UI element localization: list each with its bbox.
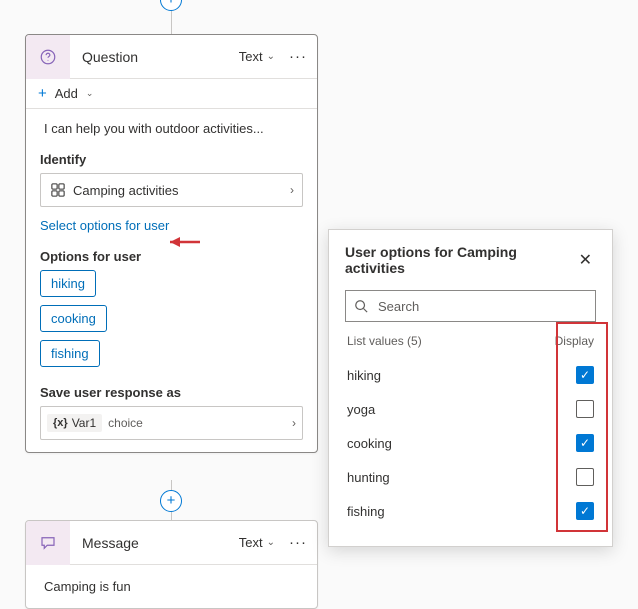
user-options-panel: User options for Camping activities ✕ Li…	[328, 229, 613, 547]
save-response-label: Save user response as	[40, 385, 303, 400]
close-icon[interactable]: ✕	[575, 248, 596, 272]
question-prompt-text[interactable]: I can help you with outdoor activities..…	[40, 121, 303, 136]
list-header: List values (5) Display	[345, 334, 596, 348]
search-icon	[354, 299, 368, 313]
add-node-button-mid[interactable]: +	[160, 490, 182, 512]
display-column-label: Display	[555, 334, 594, 348]
card-body: I can help you with outdoor activities..…	[26, 109, 317, 452]
card-header: Message Text ⌄ ···	[26, 521, 317, 565]
variable-select[interactable]: {x} Var1 choice ›	[40, 406, 303, 440]
display-checkbox[interactable]: ✓	[576, 366, 594, 384]
option-chip-container: hiking cooking fishing	[40, 270, 303, 375]
card-title: Question	[70, 49, 239, 65]
card-header: Question Text ⌄ ···	[26, 35, 317, 79]
add-button[interactable]: + Add ⌄	[26, 79, 317, 109]
plus-icon: +	[38, 85, 47, 102]
list-value-name: yoga	[347, 402, 576, 417]
add-label: Add	[55, 86, 78, 101]
chevron-right-icon: ›	[290, 183, 294, 197]
search-input[interactable]	[376, 298, 587, 315]
list-row: cooking✓	[345, 426, 596, 460]
option-chip[interactable]: hiking	[40, 270, 96, 297]
display-checkbox[interactable]: ✓	[576, 502, 594, 520]
list-row: fishing✓	[345, 494, 596, 528]
panel-title: User options for Camping activities	[345, 244, 575, 276]
list-row: yoga	[345, 392, 596, 426]
variable-name: Var1	[72, 416, 96, 430]
identify-select[interactable]: Camping activities ›	[40, 173, 303, 207]
list-value-name: hiking	[347, 368, 576, 383]
options-label: Options for user	[40, 249, 303, 264]
list-value-name: fishing	[347, 504, 576, 519]
panel-header: User options for Camping activities ✕	[345, 244, 596, 276]
display-checkbox[interactable]	[576, 468, 594, 486]
list-value-name: cooking	[347, 436, 576, 451]
output-type-label[interactable]: Text	[239, 49, 263, 64]
chevron-down-icon[interactable]: ⌄	[267, 537, 275, 548]
more-menu-icon[interactable]: ···	[285, 48, 317, 65]
output-type-label[interactable]: Text	[239, 535, 263, 550]
message-card: Message Text ⌄ ··· Camping is fun	[25, 520, 318, 609]
chevron-right-icon: ›	[292, 416, 296, 430]
chevron-down-icon[interactable]: ⌄	[267, 51, 275, 62]
search-input-wrapper[interactable]	[345, 290, 596, 322]
entity-icon	[49, 183, 67, 197]
chevron-down-icon: ⌄	[86, 88, 94, 99]
question-card: Question Text ⌄ ··· + Add ⌄ I can help y…	[25, 34, 318, 453]
display-checkbox[interactable]: ✓	[576, 434, 594, 452]
list-row: hunting	[345, 460, 596, 494]
option-chip[interactable]: cooking	[40, 305, 107, 332]
option-chip[interactable]: fishing	[40, 340, 100, 367]
more-menu-icon[interactable]: ···	[285, 534, 317, 551]
question-icon	[26, 35, 70, 79]
list-values-label: List values (5)	[347, 334, 555, 348]
card-body: Camping is fun	[26, 565, 317, 608]
add-node-button-top[interactable]: +	[160, 0, 182, 11]
variable-chip: {x} Var1	[47, 414, 102, 432]
display-checkbox[interactable]	[576, 400, 594, 418]
identify-value: Camping activities	[73, 183, 179, 198]
message-icon	[26, 521, 70, 565]
list-row: hiking✓	[345, 358, 596, 392]
list-rows: hiking✓yogacooking✓huntingfishing✓	[345, 358, 596, 528]
card-title: Message	[70, 535, 239, 551]
select-options-link[interactable]: Select options for user	[40, 218, 169, 233]
variable-type: choice	[108, 416, 143, 430]
message-text[interactable]: Camping is fun	[40, 579, 303, 594]
identify-label: Identify	[40, 152, 303, 167]
list-value-name: hunting	[347, 470, 576, 485]
variable-icon: {x}	[53, 417, 68, 429]
